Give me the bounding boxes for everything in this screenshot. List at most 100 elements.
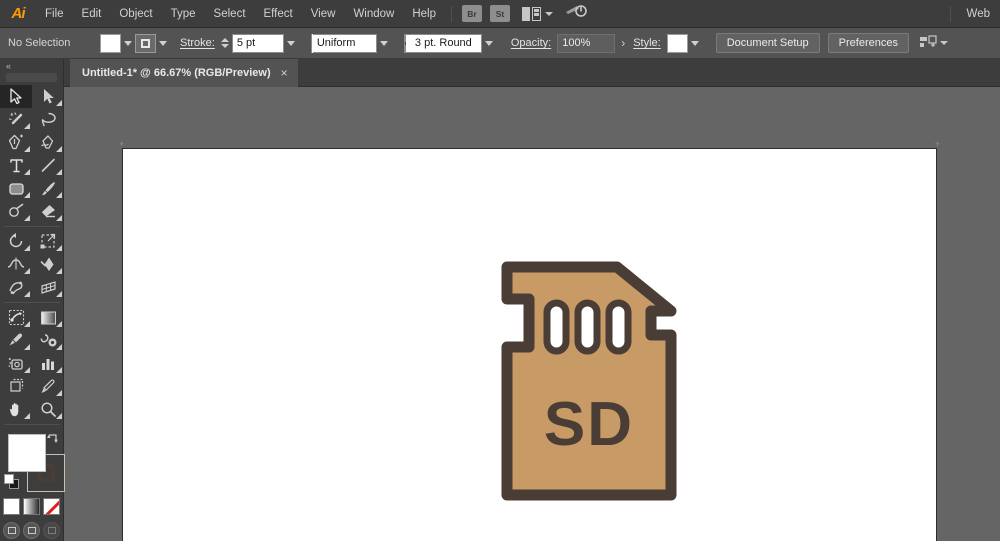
magic-wand-tool[interactable] <box>0 108 32 131</box>
stroke-weight-input[interactable]: 5 pt <box>231 33 284 53</box>
panel-drag-handle[interactable] <box>6 73 57 82</box>
menu-item-file[interactable]: File <box>36 0 73 28</box>
zoom-tool[interactable] <box>32 398 64 421</box>
paintbrush-tool[interactable] <box>32 177 64 200</box>
tool-divider <box>4 226 60 227</box>
search-adobe-stock-icon[interactable] <box>565 3 587 24</box>
artboard[interactable]: + + SD <box>119 140 940 541</box>
menu-item-select[interactable]: Select <box>205 0 255 28</box>
color-button[interactable] <box>3 498 20 515</box>
fill-swatch-dropdown-icon[interactable] <box>121 34 135 53</box>
collapse-panel-button[interactable]: « <box>0 59 63 73</box>
type-tool[interactable] <box>0 154 32 177</box>
gradient-tool[interactable] <box>32 306 64 329</box>
blend-tool[interactable] <box>32 329 64 352</box>
puppet-warp-tool[interactable] <box>0 276 32 299</box>
arrange-documents-dropdown[interactable] <box>522 6 553 21</box>
menu-item-object[interactable]: Object <box>110 0 161 28</box>
eraser-tool[interactable] <box>32 200 64 223</box>
slice-tool[interactable] <box>32 375 64 398</box>
stroke-swatch-dropdown-icon[interactable] <box>156 34 170 53</box>
stroke-color-swatch[interactable] <box>135 33 156 53</box>
fill-color-swatch[interactable] <box>100 33 121 53</box>
stroke-profile-combo[interactable]: Uniform <box>310 33 392 53</box>
fill-color-box[interactable] <box>8 434 46 472</box>
brush-definition-dropdown-icon[interactable] <box>481 33 497 53</box>
rectangle-tool[interactable] <box>0 177 32 200</box>
normal-screen-mode-button[interactable] <box>3 522 20 539</box>
swap-fill-stroke-icon[interactable] <box>46 432 60 446</box>
rotate-tool[interactable] <box>0 230 32 253</box>
menu-item-view[interactable]: View <box>302 0 345 28</box>
stock-icon[interactable]: St <box>490 5 510 22</box>
document-tab-bar: Untitled-1* @ 66.67% (RGB/Preview) × <box>0 59 1000 87</box>
style-label[interactable]: Style: <box>633 37 661 49</box>
symbol-sprayer-tool[interactable] <box>0 352 32 375</box>
width-tool[interactable] <box>0 253 32 276</box>
column-graph-tool[interactable] <box>32 352 64 375</box>
fill-stroke-indicator <box>0 432 65 494</box>
stroke-weight-combo[interactable]: 5 pt <box>231 33 299 53</box>
direct-selection-tool[interactable] <box>32 85 64 108</box>
free-transform-tool[interactable] <box>32 253 64 276</box>
opacity-label[interactable]: Opacity: <box>511 37 551 49</box>
menu-item-edit[interactable]: Edit <box>73 0 111 28</box>
tool-divider <box>4 424 60 425</box>
document-setup-button[interactable]: Document Setup <box>715 33 820 53</box>
default-fill-stroke-icon[interactable] <box>4 474 19 489</box>
menu-divider <box>451 5 452 22</box>
canvas-area[interactable]: + + SD <box>64 87 1000 541</box>
graphic-style-swatch[interactable] <box>666 33 688 53</box>
scale-tool[interactable] <box>32 230 64 253</box>
menu-bar: Ai File Edit Object Type Select Effect V… <box>0 0 1000 28</box>
stroke-weight-label[interactable]: Stroke: <box>180 37 215 49</box>
app-logo: Ai <box>11 5 26 22</box>
bridge-icon[interactable]: Br <box>462 5 482 22</box>
perspective-grid-tool[interactable] <box>32 276 64 299</box>
graphic-style-dropdown-icon[interactable] <box>688 34 702 53</box>
fullscreen-menubar-mode-button[interactable] <box>23 522 40 539</box>
chevron-down-icon <box>545 11 553 16</box>
stroke-profile-dropdown-icon[interactable] <box>376 33 392 53</box>
fullscreen-mode-button[interactable] <box>43 522 60 539</box>
preferences-button[interactable]: Preferences <box>827 33 909 53</box>
document-tab[interactable]: Untitled-1* @ 66.67% (RGB/Preview) × <box>70 59 298 87</box>
eyedropper-tool[interactable] <box>0 329 32 352</box>
artboard-corner-mark: + <box>934 139 940 149</box>
line-segment-tool[interactable] <box>32 154 64 177</box>
menu-item-window[interactable]: Window <box>344 0 403 28</box>
document-tab-title: Untitled-1* @ 66.67% (RGB/Preview) <box>82 67 271 79</box>
screen-mode-buttons <box>0 522 63 539</box>
opacity-flyout-icon[interactable]: › <box>615 36 631 50</box>
menu-item-effect[interactable]: Effect <box>255 0 302 28</box>
pen-tool[interactable] <box>0 131 32 154</box>
lasso-tool[interactable] <box>32 108 64 131</box>
workspace-label[interactable]: Web <box>957 8 1000 20</box>
brush-definition-combo[interactable]: 3 pt. Round <box>403 33 497 53</box>
workspace-divider <box>949 5 951 22</box>
align-objects-dropdown[interactable] <box>919 35 948 51</box>
artboard-tool[interactable] <box>0 375 32 398</box>
close-icon[interactable]: × <box>281 67 288 79</box>
stroke-weight-dropdown-icon[interactable] <box>283 33 299 53</box>
sd-card-label: SD <box>544 390 634 459</box>
selection-status: No Selection <box>8 37 71 49</box>
tool-grid <box>0 85 63 428</box>
shaper-pencil-tool[interactable] <box>0 200 32 223</box>
curvature-tool[interactable] <box>32 131 64 154</box>
none-button[interactable] <box>43 498 60 515</box>
brush-definition-value[interactable]: 3 pt. Round <box>405 33 482 53</box>
control-bar: No Selection Stroke: 5 pt Uniform 3 pt. … <box>0 28 1000 59</box>
gradient-button[interactable] <box>23 498 40 515</box>
shape-builder-tool[interactable] <box>0 306 32 329</box>
sd-card-icon[interactable]: SD <box>499 259 679 503</box>
chevron-down-icon <box>939 41 948 45</box>
stroke-profile-value[interactable]: Uniform <box>312 33 377 53</box>
hand-tool[interactable] <box>0 398 32 421</box>
menu-item-type[interactable]: Type <box>162 0 205 28</box>
arrange-layout-icon <box>522 6 542 21</box>
opacity-input[interactable]: 100% <box>557 33 616 53</box>
stroke-weight-stepper[interactable] <box>220 38 229 48</box>
menu-item-help[interactable]: Help <box>403 0 445 28</box>
selection-tool[interactable] <box>0 85 32 108</box>
